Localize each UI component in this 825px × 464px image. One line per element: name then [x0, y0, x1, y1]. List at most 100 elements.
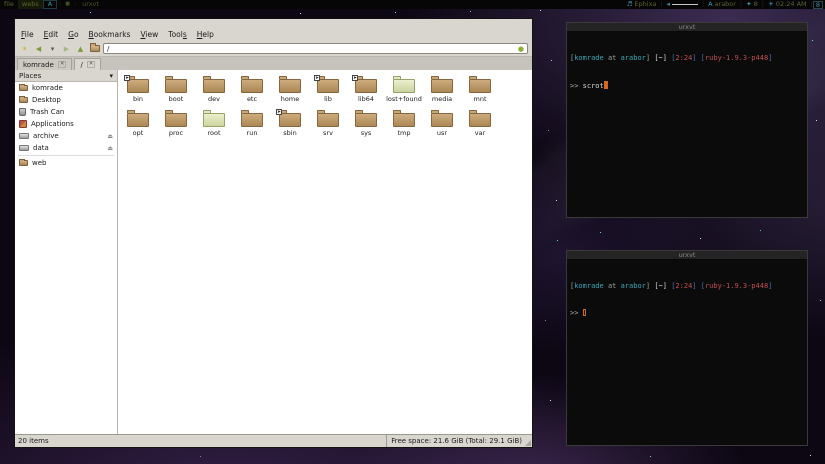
terminal-titlebar[interactable]: urxvt: [567, 23, 807, 32]
open-folder-button[interactable]: [89, 43, 100, 54]
folder-icon: ➤: [314, 75, 339, 93]
clock-text: 02:24 AM: [775, 0, 807, 8]
sidebar-item-desktop[interactable]: Desktop: [15, 94, 117, 106]
tag-file[interactable]: file: [0, 0, 18, 9]
sidebar-item-label: archive: [33, 132, 59, 140]
terminal-window-top: urxvt [komrade at arabor] [~] [2:24] [ru…: [566, 22, 808, 218]
prompt-segment: komrade: [574, 54, 604, 62]
resize-grip[interactable]: [525, 440, 531, 446]
volume-slider[interactable]: [671, 4, 698, 5]
folder-icon: [89, 43, 100, 52]
folder-icon: [317, 110, 339, 127]
folder-label: etc: [246, 95, 258, 103]
folder-item-var[interactable]: var: [461, 108, 499, 142]
clock-icon: ☀: [767, 0, 774, 8]
folder-item-dev[interactable]: dev: [195, 74, 233, 108]
menu-edit[interactable]: Edit: [44, 30, 59, 39]
prompt-segment: at: [603, 54, 621, 62]
fm-status-bar: 20 items Free space: 21.6 GiB (Total: 29…: [15, 434, 532, 447]
close-icon[interactable]: ✕: [86, 61, 96, 68]
up-button[interactable]: ▲: [75, 43, 86, 54]
folder-icon: [203, 76, 225, 93]
prompt-symbol: >>: [570, 82, 583, 90]
menu-bookmarks[interactable]: Bookmarks: [89, 30, 131, 39]
go-button[interactable]: ●: [518, 45, 524, 53]
path-input[interactable]: / ●: [103, 43, 528, 54]
sidebar-item-applications[interactable]: Applications: [15, 118, 117, 130]
places-sidebar: Places ▾ komrade Desktop Trash Can Applicat…: [15, 70, 118, 434]
back-button[interactable]: ◀: [33, 43, 44, 54]
close-icon[interactable]: ✕: [57, 61, 67, 68]
tab-/[interactable]: / ✕: [74, 58, 102, 70]
new-tab-button[interactable]: ✶: [19, 43, 30, 54]
menu-go[interactable]: Go: [68, 30, 78, 39]
folder-item-usr[interactable]: usr: [423, 108, 461, 142]
folder-item-tmp[interactable]: tmp: [385, 108, 423, 142]
sidebar-item-data[interactable]: data ⏏: [15, 142, 117, 154]
tag-A[interactable]: A: [42, 0, 58, 9]
folder-item-boot[interactable]: boot: [157, 74, 195, 108]
folder-icon: [19, 96, 28, 103]
folder-item-root[interactable]: root: [195, 108, 233, 142]
prompt-segment: ruby-1.9.3-p448: [704, 282, 769, 290]
terminal-content[interactable]: [komrade at arabor] [~] [2:24] [ruby-1.9…: [567, 260, 807, 445]
folder-item-lib[interactable]: ➤ lib: [309, 74, 347, 108]
history-dropdown-button[interactable]: ▾: [47, 43, 58, 54]
eject-icon[interactable]: ⏏: [107, 133, 113, 140]
prompt-segment: ]: [768, 282, 773, 290]
folder-item-lost+found[interactable]: lost+found: [385, 74, 423, 108]
folder-icon: [355, 110, 377, 127]
folder-item-mnt[interactable]: mnt: [461, 74, 499, 108]
terminal-titlebar[interactable]: urxvt: [567, 251, 807, 260]
cursor: [582, 309, 586, 316]
tag-webs[interactable]: webs: [17, 0, 43, 9]
menu-file[interactable]: File: [21, 30, 34, 39]
places-header[interactable]: Places ▾: [15, 70, 117, 82]
folder-item-media[interactable]: media: [423, 74, 461, 108]
folder-item-lib64[interactable]: ➤ lib64: [347, 74, 385, 108]
prompt-segment: komrade: [574, 282, 604, 290]
folder-item-run[interactable]: run: [233, 108, 271, 142]
folder-item-bin[interactable]: ➤ bin: [119, 74, 157, 108]
window-titlebar[interactable]: [15, 19, 532, 28]
layout-square-icon: ■: [65, 1, 70, 7]
menu-tools[interactable]: Tools: [168, 30, 187, 39]
folder-item-opt[interactable]: opt: [119, 108, 157, 142]
folder-icon: ➤: [124, 75, 149, 93]
sidebar-item-trash-can[interactable]: Trash Can: [15, 106, 117, 118]
folder-label: sbin: [283, 129, 297, 137]
layout-dot-left: ·: [59, 0, 62, 8]
folder-item-sys[interactable]: sys: [347, 108, 385, 142]
sidebar-item-archive[interactable]: archive ⏏: [15, 130, 117, 142]
chevron-down-icon[interactable]: ▾: [109, 72, 113, 80]
folder-icon: [279, 76, 301, 93]
eject-icon[interactable]: ⏏: [107, 145, 113, 152]
menu-view[interactable]: View: [140, 30, 158, 39]
folder-icon-view: ➤ bin boot dev etc home ➤ lib ➤ lib64 lost+found me…: [118, 70, 532, 434]
folder-item-proc[interactable]: proc: [157, 108, 195, 142]
sidebar-item-komrade[interactable]: komrade: [15, 82, 117, 94]
forward-button[interactable]: ▶: [61, 43, 72, 54]
file-manager-window: File Edit Go Bookmarks View Tools Help ✶ ◀ ▾ ▶ ▲ /…: [14, 18, 533, 448]
folder-label: bin: [132, 95, 144, 103]
drive-icon: [19, 145, 29, 151]
item-count: 20 items: [18, 437, 49, 445]
status-user: Aarabor: [704, 0, 740, 9]
symlink-emblem-icon: ➤: [352, 75, 358, 81]
symlink-emblem-icon: ➤: [314, 75, 320, 81]
menu-help[interactable]: Help: [197, 30, 214, 39]
terminal-content[interactable]: [komrade at arabor] [~] [2:24] [ruby-1.9…: [567, 32, 807, 217]
folder-item-sbin[interactable]: ➤ sbin: [271, 108, 309, 142]
sidebar-item-web[interactable]: web: [15, 157, 117, 169]
tab-komrade[interactable]: komrade ✕: [17, 58, 73, 70]
prompt-segment: ]: [768, 54, 773, 62]
folder-item-etc[interactable]: etc: [233, 74, 271, 108]
folder-icon: [469, 76, 491, 93]
folder-label: run: [246, 129, 258, 137]
toolbar-buttons: ✶ ◀ ▾ ▶ ▲: [19, 43, 100, 54]
typed-command: scrot: [582, 82, 604, 90]
folder-item-home[interactable]: home: [271, 74, 309, 108]
folder-label: var: [474, 129, 486, 137]
folder-item-srv[interactable]: srv: [309, 108, 347, 142]
folder-icon: [431, 76, 453, 93]
